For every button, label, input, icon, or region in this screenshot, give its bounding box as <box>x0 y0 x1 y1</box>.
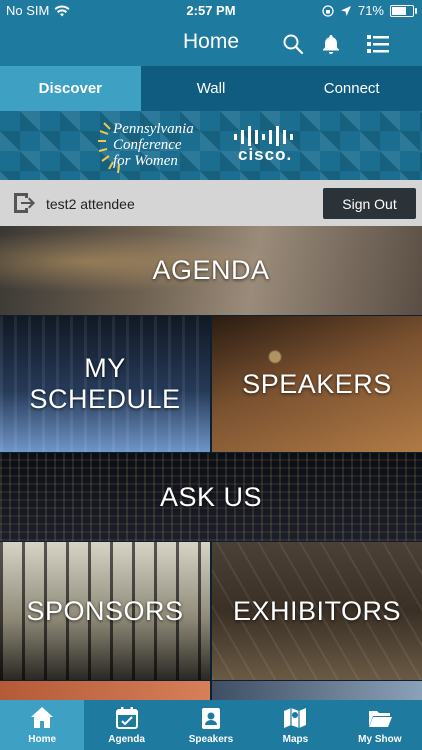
exhibitors-tile[interactable]: EXHIBITORS <box>212 542 422 680</box>
my-schedule-tile[interactable]: MY SCHEDULE <box>0 316 210 452</box>
calendar-icon <box>115 707 138 729</box>
sign-out-button[interactable]: Sign Out <box>323 188 416 219</box>
ask-us-tile-label: ASK US <box>159 481 263 512</box>
partial-tile-left[interactable] <box>0 681 210 701</box>
map-icon <box>284 708 307 728</box>
search-icon[interactable] <box>281 32 305 56</box>
home-icon <box>31 707 54 728</box>
page-title: Home <box>182 30 240 53</box>
sponsor-banner[interactable]: Pennsylvania Conference for Women <box>0 111 422 180</box>
bell-icon[interactable] <box>319 32 343 56</box>
cisco-bars-logo <box>234 126 293 146</box>
ask-us-tile[interactable]: ASK US <box>0 453 422 541</box>
bottom-tab-home[interactable]: Home <box>0 700 85 750</box>
bottom-tab-agenda-label: Agenda <box>108 734 145 745</box>
bottom-tab-my-show-label: My Show <box>358 734 402 745</box>
bottom-tab-maps[interactable]: Maps <box>253 700 337 750</box>
list-menu-icon[interactable] <box>366 32 390 56</box>
speaker-badge-icon <box>202 708 221 729</box>
location-icon <box>340 5 351 16</box>
bottom-tab-my-show[interactable]: My Show <box>338 700 422 750</box>
folder-icon <box>368 711 392 727</box>
tab-wall[interactable]: Wall <box>141 66 282 111</box>
speakers-tile[interactable]: SPEAKERS <box>212 316 422 452</box>
bottom-tab-bar: Home Agenda Speakers Maps My Show <box>0 700 422 750</box>
bottom-tab-home-label: Home <box>28 734 57 745</box>
battery-icon <box>390 4 417 17</box>
status-right-group: 71% <box>322 3 417 18</box>
partial-tile-right[interactable] <box>212 681 422 701</box>
sponsor-name: cisco. <box>238 145 293 164</box>
agenda-tile[interactable]: AGENDA <box>0 226 422 315</box>
status-bar: No SIM 2:57 PM 71% <box>0 0 422 22</box>
bottom-tab-speakers-label: Speakers <box>188 734 234 745</box>
orientation-lock-icon <box>322 4 334 17</box>
sponsors-tile[interactable]: SPONSORS <box>0 542 210 680</box>
agenda-tile-label: AGENDA <box>152 255 270 285</box>
speakers-tile-label: SPEAKERS <box>242 368 392 399</box>
sponsors-tile-label: SPONSORS <box>26 595 184 626</box>
bottom-tab-agenda[interactable]: Agenda <box>84 700 168 750</box>
bottom-tab-speakers[interactable]: Speakers <box>169 700 253 750</box>
logout-door-icon <box>14 193 35 213</box>
conference-name: Pennsylvania Conference for Women <box>113 121 194 169</box>
top-navigation-bar: Home <box>0 22 422 66</box>
bottom-tab-maps-label: Maps <box>282 734 309 745</box>
my-schedule-tile-label: MY SCHEDULE <box>29 353 181 414</box>
segment-tabs: Discover Wall Connect <box>0 66 422 111</box>
battery-percent: 71% <box>357 3 384 18</box>
exhibitors-tile-label: EXHIBITORS <box>232 595 402 626</box>
tab-connect[interactable]: Connect <box>281 66 422 111</box>
user-name: test2 attendee <box>46 196 135 212</box>
tab-discover[interactable]: Discover <box>0 66 141 111</box>
